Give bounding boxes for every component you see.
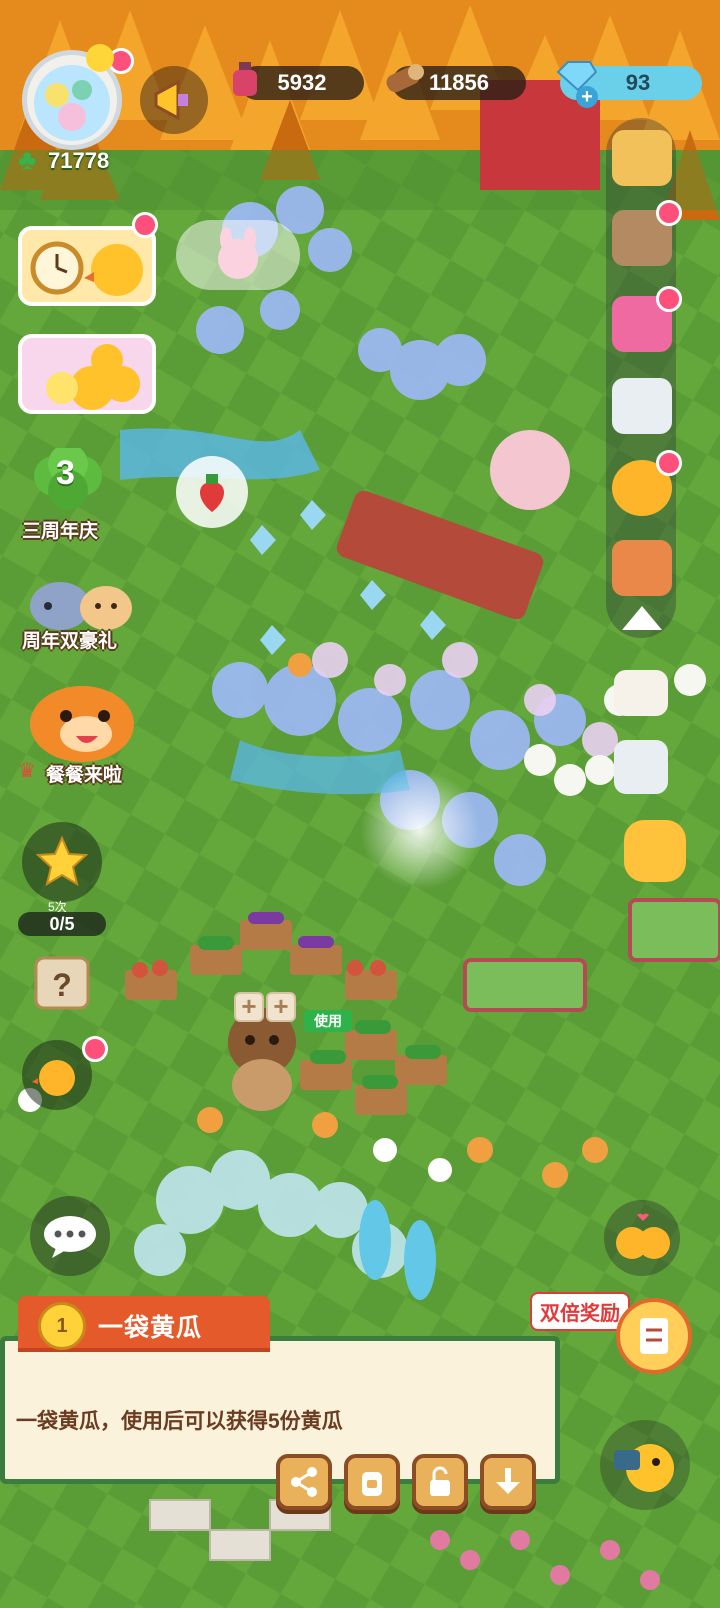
pet-dot [656,200,682,226]
collect-button[interactable] [480,1454,536,1510]
chick-icon [32,1060,75,1096]
meal-event-button[interactable] [26,676,138,764]
arrow-up-icon[interactable] [622,606,662,630]
timer-event-dot [132,212,158,238]
sun-icon [86,44,114,72]
unlock-icon [430,1466,450,1496]
strawberry-bubble[interactable] [176,456,248,528]
chick-rail-dot [656,450,682,476]
add-slot-1[interactable]: + [234,992,264,1022]
potion-icon [230,60,260,98]
shop-icon[interactable] [612,130,672,186]
phone-icon[interactable] [612,378,672,434]
share-icon [291,1467,317,1497]
camera-icon[interactable] [614,670,668,716]
rank-medal-icon: 1 [38,1302,86,1350]
anniversary-number: 3 [56,454,75,492]
fox-event-bubble[interactable] [176,220,300,290]
use-tag[interactable]: 使用 [304,1010,352,1032]
wood-count: 11856 [429,70,489,95]
scroll-icon [640,1318,668,1354]
mystery-box-button[interactable]: ? [20,940,104,1016]
tiger-mascot-icon [30,686,134,762]
unlock-button[interactable] [412,1454,468,1510]
star-task-button[interactable] [22,822,102,902]
double-reward-button[interactable] [616,1298,692,1374]
chat-button[interactable] [30,1196,110,1276]
chick-event-dot [82,1036,108,1062]
strawberry-icon [200,474,224,512]
clock-chick-icon [30,241,143,296]
svg-text:?: ? [52,967,72,1003]
mobile-icon[interactable] [614,740,668,794]
clover-count: 71778 [48,148,110,173]
rank-number: 1 [56,1314,68,1337]
double-gift-label: 周年双豪礼 [22,631,118,652]
add-gem-button[interactable]: + [576,86,598,108]
add-slot-2[interactable]: + [266,992,296,1022]
chick-pile-icon [46,344,140,410]
wood-log-icon [382,60,426,96]
star-task-progress: 0/5 [18,912,106,936]
meal-event-label: 餐餐来啦 [46,765,123,786]
item-description: 一袋黄瓜，使用后可以获得5份黄瓜 [16,1410,343,1433]
chicks-heart-icon [616,1213,670,1259]
chick-camera-icon [614,1444,674,1492]
star-icon [35,835,89,887]
backpack-button[interactable] [344,1454,400,1510]
bunny-icon [218,227,258,279]
anniversary-label: 三周年庆 [22,521,99,542]
potion-count: 5932 [277,70,327,95]
item-title: 一袋黄瓜 [98,1314,203,1342]
chick-gift-card[interactable] [18,334,156,414]
timer-event-card[interactable] [18,226,156,306]
anniversary-button[interactable]: 3 [28,444,108,514]
book-dot [656,286,682,312]
photo-chick-button[interactable] [600,1420,690,1510]
share-button[interactable] [276,1454,332,1510]
clover-icon: ♣ [18,144,37,175]
question-box-icon: ? [34,956,90,1010]
backpack-icon [362,1472,382,1496]
card-icon[interactable] [612,540,672,596]
megaphone-icon [154,79,188,121]
double-reward-label[interactable]: 双倍奖励 [530,1292,630,1331]
love-chicks-bubble[interactable] [604,1200,680,1276]
announcement-button[interactable] [140,66,208,134]
bag-icon[interactable] [624,820,686,882]
crown-icon: ♛ [18,760,36,782]
collect-icon [496,1468,520,1494]
chat-bubble-icon [44,1216,96,1258]
gem-count: 93 [625,70,651,95]
